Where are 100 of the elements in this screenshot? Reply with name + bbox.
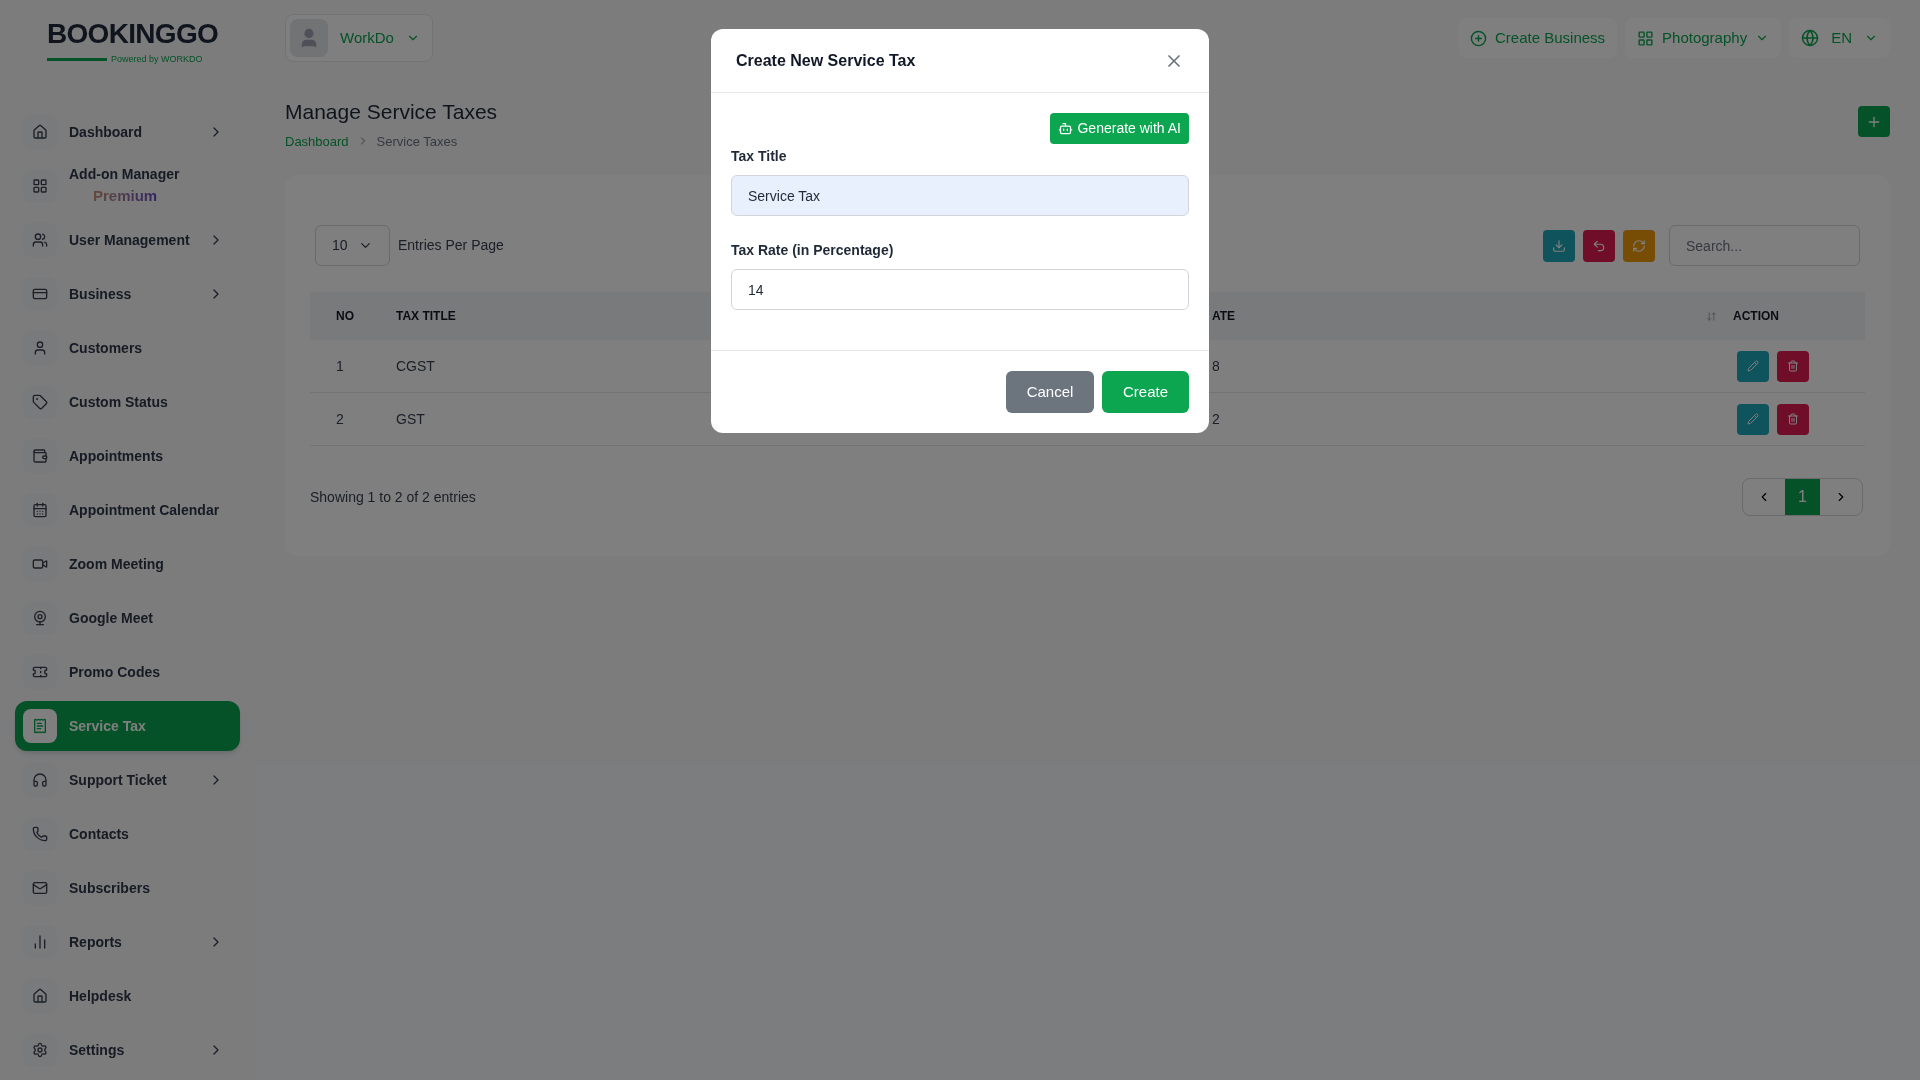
breadcrumb-current: Service Taxes bbox=[376, 132, 458, 151]
column-header: TAX TITLE bbox=[395, 308, 457, 325]
table-cell-text: 2 bbox=[335, 409, 345, 429]
refresh-icon bbox=[1632, 238, 1646, 253]
webcam-icon bbox=[32, 610, 48, 626]
sidebar-item[interactable]: Promo Codes bbox=[15, 647, 240, 697]
tag-icon bbox=[32, 394, 48, 410]
sidebar-label: User Management bbox=[69, 230, 191, 250]
table-cell-text: CGST bbox=[395, 356, 436, 376]
table-cell-text: 2 bbox=[1212, 409, 1221, 429]
column-header: ATE bbox=[1212, 308, 1237, 325]
calendar-icon bbox=[32, 502, 48, 518]
page-button[interactable]: 1 bbox=[1785, 479, 1820, 515]
edit-button[interactable] bbox=[1737, 350, 1769, 382]
pencil-icon bbox=[1747, 360, 1759, 372]
sidebar-label: Customers bbox=[69, 338, 144, 358]
sidebar-label: Appointments bbox=[69, 446, 165, 466]
download-button[interactable] bbox=[1543, 229, 1575, 262]
sidebar-label: Contacts bbox=[69, 824, 130, 844]
sidebar-label: Reports bbox=[69, 932, 123, 952]
sidebar-item[interactable]: Service Tax bbox=[15, 701, 240, 751]
refresh-button[interactable] bbox=[1623, 229, 1655, 262]
sidebar-label: Service Tax bbox=[69, 716, 147, 736]
sidebar-label: Custom Status bbox=[69, 392, 169, 412]
table-cell-text: 1 bbox=[335, 356, 345, 376]
sidebar-label: Support Ticket bbox=[69, 770, 168, 790]
edit-button[interactable] bbox=[1737, 403, 1769, 435]
per-page-select[interactable]: 10 bbox=[315, 225, 390, 266]
sidebar-label: Promo Codes bbox=[69, 662, 161, 682]
sidebar-item[interactable]: Support Ticket bbox=[15, 755, 240, 805]
field-label: Tax Title bbox=[731, 147, 788, 166]
entries-summary: Showing 1 to 2 of 2 entries bbox=[310, 487, 476, 507]
sidebar-label: Subscribers bbox=[69, 878, 151, 898]
ticket-icon bbox=[32, 664, 48, 680]
card-icon bbox=[32, 286, 48, 302]
sidebar-label: Dashboard bbox=[69, 122, 144, 142]
column-header: NO bbox=[335, 308, 355, 325]
sidebar-item[interactable]: Zoom Meeting bbox=[15, 539, 240, 589]
globe-icon bbox=[1801, 29, 1820, 47]
sidebar-item[interactable]: Add-on Manager Premium bbox=[15, 161, 240, 211]
sidebar-item[interactable]: Customers bbox=[15, 323, 240, 373]
sidebar-item[interactable]: Reports bbox=[15, 917, 240, 967]
delete-button[interactable] bbox=[1777, 350, 1809, 382]
sidebar-label: Helpdesk bbox=[69, 986, 133, 1006]
delete-button[interactable] bbox=[1777, 403, 1809, 435]
sidebar-item[interactable]: Google Meet bbox=[15, 593, 240, 643]
sidebar-item[interactable]: Subscribers bbox=[15, 863, 240, 913]
sidebar-label: Google Meet bbox=[69, 608, 154, 628]
sidebar-item[interactable]: Appointment Calendar bbox=[15, 485, 240, 535]
page-title: Manage Service Taxes bbox=[285, 99, 498, 125]
home-icon bbox=[32, 124, 48, 140]
bar-chart-icon bbox=[32, 934, 48, 950]
video-camera-icon bbox=[32, 556, 48, 572]
receipt-icon bbox=[32, 718, 48, 734]
home-icon bbox=[32, 988, 48, 1004]
modal-title: Create New Service Tax bbox=[736, 50, 916, 71]
input-field[interactable]: Service Tax bbox=[731, 175, 1189, 216]
sidebar-item[interactable]: User Management bbox=[15, 215, 240, 265]
users-icon bbox=[32, 232, 48, 248]
sidebar-item[interactable]: Helpdesk bbox=[15, 971, 240, 1021]
field-label: Tax Rate (in Percentage) bbox=[731, 241, 895, 260]
generate-ai-button[interactable]: Generate with AI bbox=[1050, 113, 1189, 144]
column-header: ACTION bbox=[1733, 308, 1779, 325]
wallet-icon bbox=[32, 448, 48, 464]
search-field[interactable]: Search... bbox=[1669, 225, 1860, 266]
sidebar-item[interactable]: Contacts bbox=[15, 809, 240, 859]
sidebar-item[interactable]: Settings bbox=[15, 1025, 240, 1075]
user-icon bbox=[32, 340, 48, 356]
sidebar-label: Zoom Meeting bbox=[69, 554, 165, 574]
table-cell-text: 8 bbox=[1212, 356, 1221, 376]
sidebar-label: Settings bbox=[69, 1040, 126, 1060]
pencil-icon bbox=[1747, 413, 1759, 425]
gear-icon bbox=[32, 1042, 48, 1058]
undo-button[interactable] bbox=[1583, 229, 1615, 262]
sidebar-item[interactable]: Business bbox=[15, 269, 240, 319]
robot-icon bbox=[1058, 121, 1074, 136]
plus-circle-icon bbox=[1470, 29, 1487, 47]
logo-wordmark[interactable]: BOOKINGGO bbox=[47, 18, 219, 50]
trash-icon bbox=[1787, 360, 1799, 372]
grid-icon bbox=[32, 178, 48, 194]
sidebar-label: Appointment Calendar bbox=[69, 500, 221, 520]
create-button[interactable]: Create bbox=[1102, 371, 1189, 413]
per-page-label: Entries Per Page bbox=[398, 236, 504, 255]
user-menu[interactable]: WorkDo bbox=[285, 14, 433, 62]
input-field[interactable]: 14 bbox=[731, 269, 1189, 310]
sort-icon bbox=[1706, 310, 1717, 322]
sidebar-label: Add-on Manager bbox=[69, 165, 181, 185]
headphones-icon bbox=[32, 772, 48, 788]
phone-icon bbox=[32, 826, 48, 842]
cancel-button[interactable]: Cancel bbox=[1006, 371, 1094, 413]
sidebar-item[interactable]: Appointments bbox=[15, 431, 240, 481]
sidebar-item[interactable]: Custom Status bbox=[15, 377, 240, 427]
add-button[interactable] bbox=[1858, 106, 1890, 137]
sidebar-item[interactable]: Dashboard bbox=[15, 107, 240, 157]
logo-tagline: Powered by WORKDO bbox=[111, 54, 203, 65]
sidebar-label: Business bbox=[69, 284, 133, 304]
grid-icon bbox=[1637, 29, 1655, 47]
breadcrumb-link[interactable]: Dashboard bbox=[285, 131, 349, 151]
table-cell-text: GST bbox=[395, 409, 426, 429]
mail-icon bbox=[32, 880, 48, 896]
